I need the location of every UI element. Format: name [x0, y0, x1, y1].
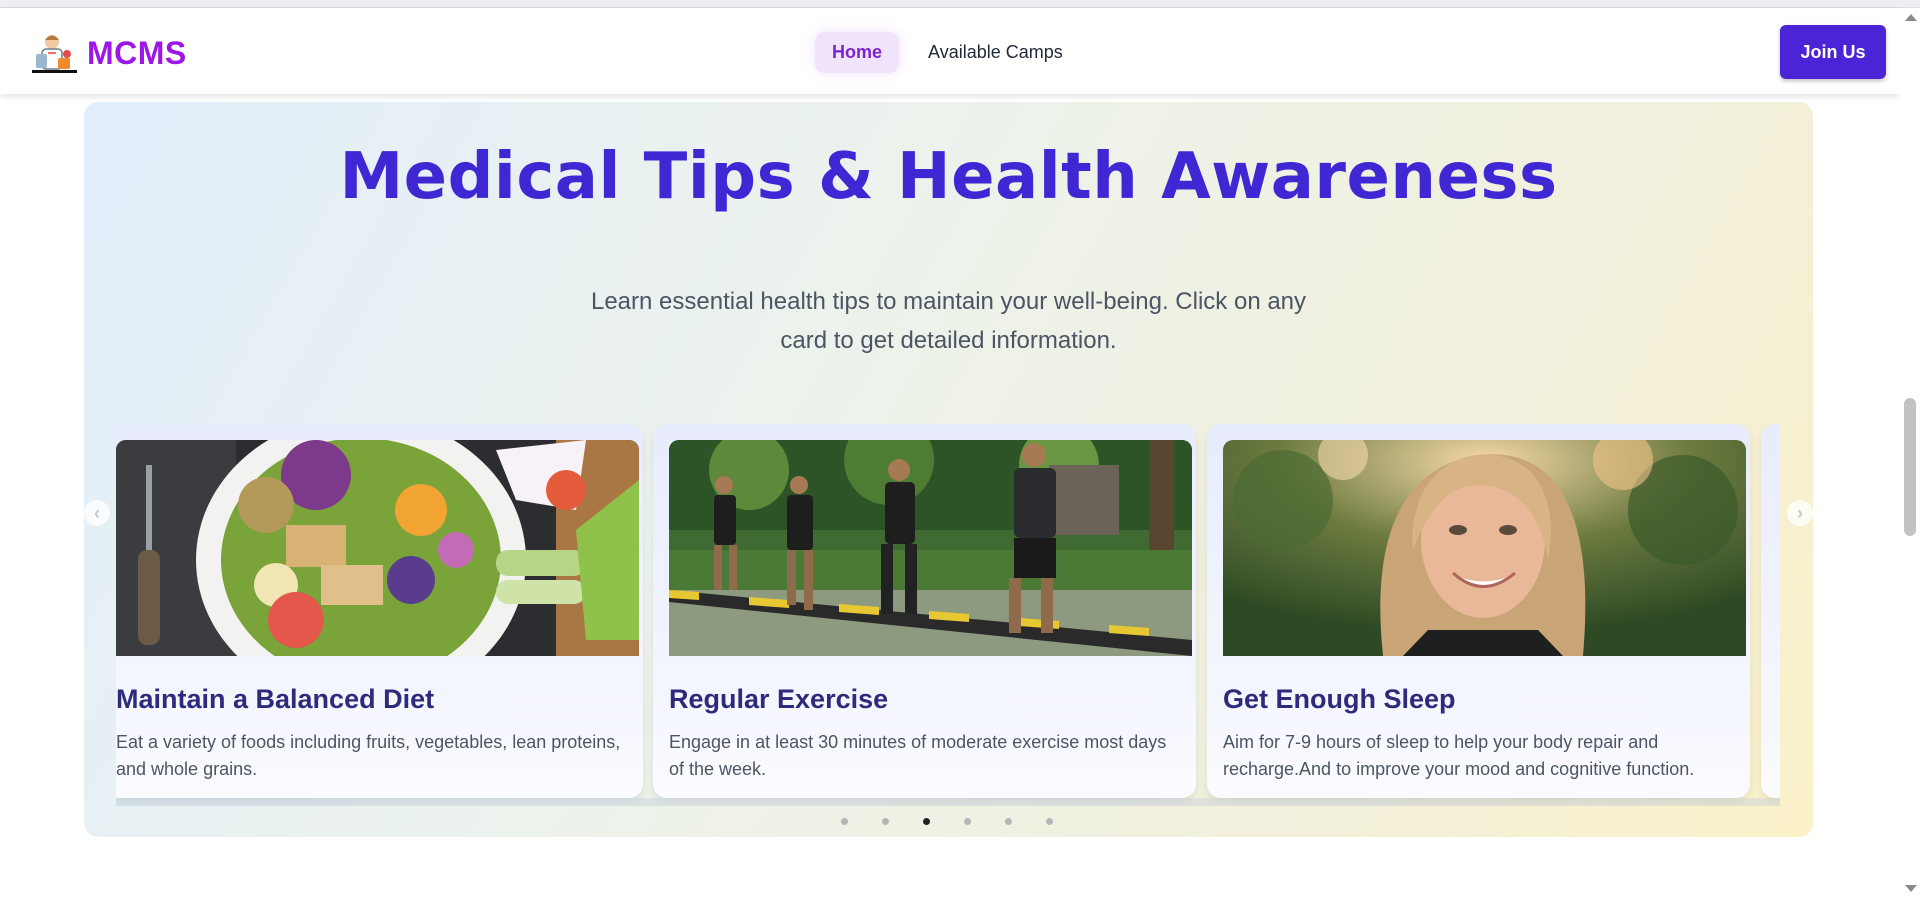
tip-card-title: Regular Exercise — [669, 684, 889, 714]
scroll-down-arrow-icon[interactable] — [1905, 885, 1917, 892]
tip-card-title: Maintain a Balanced Diet — [116, 684, 435, 714]
tip-card-text: Eat a variety of foods including fruits,… — [116, 732, 621, 779]
chevron-right-icon[interactable]: › — [1787, 500, 1813, 526]
tip-card-text: Aim for 7-9 hours of sleep to help your … — [1223, 732, 1695, 779]
carousel-dot-2[interactable] — [882, 818, 889, 825]
section-description: Learn essential health tips to maintain … — [590, 288, 1307, 354]
salad-bowl-image — [116, 440, 639, 656]
join-us-button[interactable]: Join Us — [1780, 25, 1886, 79]
smiling-woman-image — [1223, 440, 1746, 656]
main-nav: Home Available Camps — [815, 32, 1080, 73]
doctor-logo-icon — [32, 32, 77, 74]
carousel-dot-5[interactable] — [1005, 818, 1012, 825]
tip-card-next-partial[interactable] — [1761, 424, 1780, 798]
tips-carousel: Maintain a Balanced Diet Eat a variety o… — [116, 424, 1780, 806]
runners-image — [669, 440, 1192, 656]
carousel-dot-3[interactable] — [923, 818, 930, 825]
carousel-dot-4[interactable] — [964, 818, 971, 825]
tip-card-balanced-diet[interactable]: Maintain a Balanced Diet Eat a variety o… — [116, 424, 643, 798]
carousel-dot-6[interactable] — [1046, 818, 1053, 825]
carousel-pagination — [841, 818, 1053, 825]
chevron-left-icon[interactable]: ‹ — [84, 500, 110, 526]
section-title: Medical Tips & Health Awareness — [339, 140, 1558, 214]
page-scrollbar[interactable] — [1900, 8, 1920, 898]
tip-card-title: Get Enough Sleep — [1223, 684, 1456, 714]
logo[interactable]: MCMS — [32, 32, 187, 74]
scrollbar-thumb[interactable] — [1904, 398, 1916, 536]
tip-card-regular-exercise[interactable]: Regular Exercise Engage in at least 30 m… — [653, 424, 1196, 798]
medical-tips-section: Medical Tips & Health Awareness Learn es… — [84, 102, 1813, 837]
navbar: MCMS Home Available Camps Join Us — [0, 8, 1900, 94]
carousel-dot-1[interactable] — [841, 818, 848, 825]
tip-card-text: Engage in at least 30 minutes of moderat… — [669, 732, 1167, 779]
tip-card-enough-sleep[interactable]: Get Enough Sleep Aim for 7-9 hours of sl… — [1207, 424, 1750, 798]
brand-name: MCMS — [87, 34, 187, 71]
browser-top-edge — [0, 0, 1920, 8]
nav-home[interactable]: Home — [815, 32, 900, 73]
nav-available-camps[interactable]: Available Camps — [911, 32, 1080, 73]
scroll-up-arrow-icon[interactable] — [1905, 14, 1917, 21]
